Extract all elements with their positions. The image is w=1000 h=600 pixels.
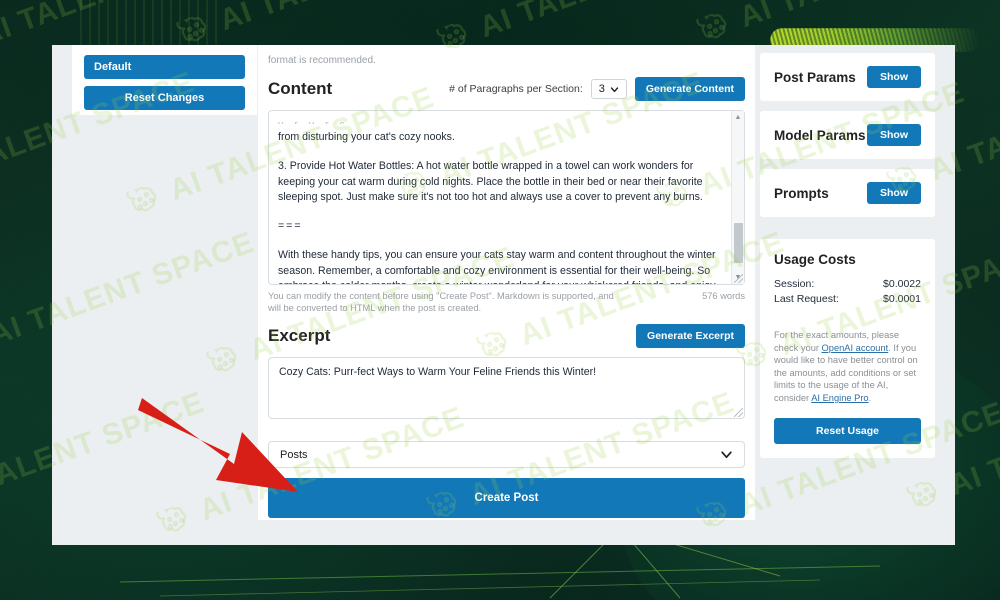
content-header-controls: # of Paragraphs per Section: 3 Generate … bbox=[449, 77, 745, 101]
usage-note-part-3: . bbox=[868, 392, 872, 403]
reset-usage-button[interactable]: Reset Usage bbox=[774, 417, 921, 444]
reset-changes-button[interactable]: Reset Changes bbox=[84, 86, 245, 110]
default-button[interactable]: Default bbox=[84, 55, 245, 79]
excerpt-textarea-wrapper: Cozy Cats: Purr-fect Ways to Warm Your F… bbox=[268, 357, 745, 419]
content-paragraph-2: 3. Provide Hot Water Bottles: A hot wate… bbox=[278, 160, 703, 203]
usage-costs-note: For the exact amounts, please check your… bbox=[774, 329, 921, 405]
content-paragraph-3: With these handy tips, you can ensure yo… bbox=[278, 249, 716, 284]
usage-last-request-value: $0.0001 bbox=[883, 293, 921, 305]
post-type-value: Posts bbox=[280, 448, 308, 461]
app-window: Default Reset Changes format is recommen… bbox=[52, 45, 955, 545]
content-paragraph-1: from disturbing your cat's cozy nooks. bbox=[278, 131, 455, 143]
prompts-show-button[interactable]: Show bbox=[867, 182, 921, 204]
post-params-show-button[interactable]: Show bbox=[867, 66, 921, 88]
content-section-header: Content # of Paragraphs per Section: 3 G… bbox=[268, 77, 745, 101]
content-separator: === bbox=[278, 220, 303, 233]
content-clipped-line: y r y r s bbox=[278, 118, 722, 124]
model-params-card: Model Params Show bbox=[760, 111, 935, 159]
excerpt-section-header: Excerpt Generate Excerpt bbox=[268, 324, 745, 348]
ai-engine-pro-link[interactable]: AI Engine Pro bbox=[811, 393, 868, 403]
content-helper-row: You can modify the content before using … bbox=[268, 290, 745, 314]
generate-content-button[interactable]: Generate Content bbox=[634, 77, 745, 101]
generate-excerpt-button[interactable]: Generate Excerpt bbox=[636, 324, 745, 348]
left-settings-panel: Default Reset Changes bbox=[72, 45, 257, 115]
excerpt-textarea[interactable]: Cozy Cats: Purr-fect Ways to Warm Your F… bbox=[268, 357, 745, 419]
usage-session-value: $0.0022 bbox=[883, 278, 921, 290]
usage-costs-card: Usage Costs Session: $0.0022 Last Reques… bbox=[760, 239, 935, 458]
post-type-select[interactable]: Posts bbox=[268, 441, 745, 468]
main-editor-panel: format is recommended. Content # of Para… bbox=[258, 45, 755, 520]
right-sidebar: Post Params Show Model Params Show Promp… bbox=[760, 53, 935, 458]
usage-costs-title: Usage Costs bbox=[774, 252, 856, 267]
post-params-title: Post Params bbox=[774, 69, 856, 85]
paragraphs-per-section-select[interactable]: 3 bbox=[590, 79, 627, 99]
word-count: 576 words bbox=[702, 291, 745, 301]
content-textarea-wrapper: y r y r s from disturbing your cat's coz… bbox=[268, 110, 745, 285]
top-hint-text: format is recommended. bbox=[268, 55, 376, 66]
excerpt-resize-handle[interactable] bbox=[734, 408, 743, 417]
paragraphs-per-section-value: 3 bbox=[598, 83, 605, 95]
usage-row-last-request: Last Request: $0.0001 bbox=[774, 293, 921, 305]
paragraphs-per-section-label: # of Paragraphs per Section: bbox=[449, 83, 583, 95]
excerpt-title: Excerpt bbox=[268, 326, 331, 345]
chevron-down-icon bbox=[610, 86, 619, 92]
post-params-card: Post Params Show bbox=[760, 53, 935, 101]
model-params-show-button[interactable]: Show bbox=[867, 124, 921, 146]
chevron-down-icon bbox=[721, 451, 732, 459]
create-post-button[interactable]: Create Post bbox=[268, 478, 745, 518]
content-textarea[interactable]: y r y r s from disturbing your cat's coz… bbox=[268, 110, 745, 285]
usage-session-label: Session: bbox=[774, 278, 815, 290]
prompts-title: Prompts bbox=[774, 185, 829, 201]
scroll-up-icon[interactable]: ▲ bbox=[735, 111, 742, 124]
content-helper-text: You can modify the content before using … bbox=[268, 291, 614, 313]
content-title: Content bbox=[268, 79, 333, 98]
model-params-title: Model Params bbox=[774, 127, 866, 143]
content-scrollbar[interactable]: ▲ ▼ bbox=[731, 111, 744, 284]
usage-last-request-label: Last Request: bbox=[774, 293, 839, 305]
prompts-card: Prompts Show bbox=[760, 169, 935, 217]
openai-account-link[interactable]: OpenAI account bbox=[822, 343, 889, 353]
scrollbar-track[interactable] bbox=[732, 124, 744, 271]
content-resize-handle[interactable] bbox=[734, 274, 743, 283]
usage-row-session: Session: $0.0022 bbox=[774, 278, 921, 290]
scrollbar-thumb[interactable] bbox=[734, 223, 743, 263]
